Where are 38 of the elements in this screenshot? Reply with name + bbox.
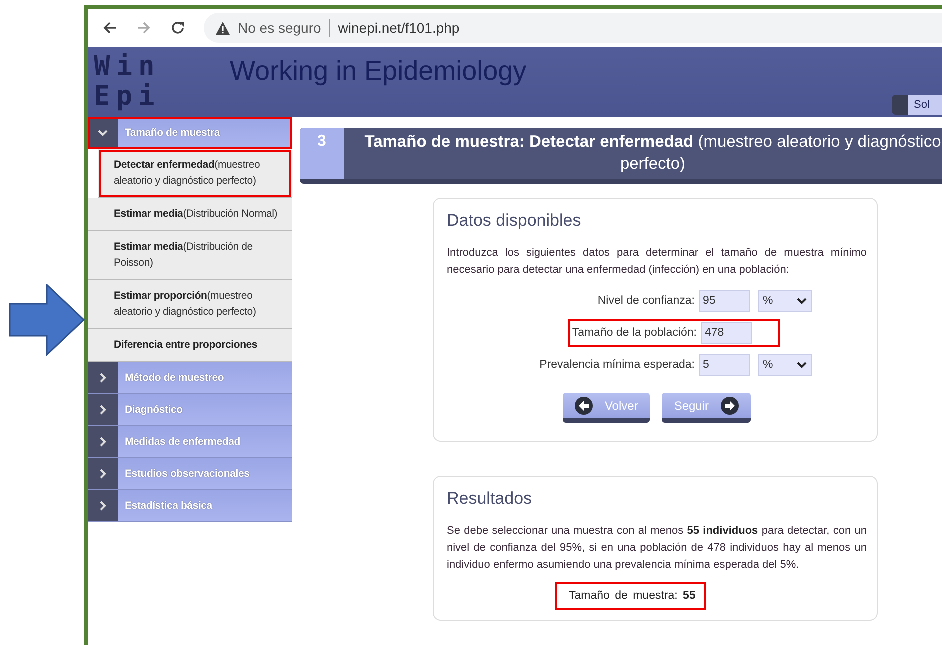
back-icon[interactable]: [102, 20, 118, 36]
sidebar-item[interactable]: Detectar enfermedad(muestreo aleatorio y diagnóstico perfecto): [98, 149, 292, 198]
chevron-icon: [98, 372, 108, 382]
logo-text: Epi: [94, 82, 162, 112]
step-number: 3: [300, 128, 344, 179]
sidebar-item[interactable]: Estimar media(Distribución Normal): [88, 198, 292, 231]
field-label: Prevalencia mínima esperada:: [540, 359, 695, 371]
input-field[interactable]: 478: [701, 322, 752, 344]
heading-title: Tamaño de muestra: Detectar enfermedad (muestreo aleatorio y diagnóstico perfecto): [364, 132, 942, 175]
chevron-icon: [98, 128, 108, 138]
result-value: Tamaño de muestra: 55: [555, 582, 706, 610]
logo-text: Win: [94, 52, 162, 82]
url-text: winepi.net/f101.php: [338, 20, 460, 36]
chevron-icon: [98, 468, 108, 478]
unit-dropdown[interactable]: %: [758, 290, 812, 312]
site-title: Working in Epidemiology: [230, 56, 527, 86]
sidebar-item[interactable]: Diferencia entre proporciones: [88, 329, 292, 362]
result-text: Se debe seleccionar una muestra con al menos 55 individuos para detectar, con un nivel de confianza del 95%, si en una población de 478 individuos hay al menos un individuo enfermo asumiendo una prevalencia mínima esperada del 5%.: [447, 524, 867, 573]
input-field[interactable]: 5: [699, 354, 750, 376]
sidebar-item[interactable]: Estimar proporción(muestreo aleatorio y diagnóstico perfecto): [88, 280, 292, 329]
field-label: Tamaño de la población:: [572, 327, 697, 339]
warning-icon: [216, 22, 230, 34]
caret-icon: [797, 362, 807, 368]
field-label: Nivel de confianza:: [598, 295, 695, 307]
input-field[interactable]: 95: [699, 290, 750, 312]
chevron-icon: [98, 404, 108, 414]
header-button[interactable]: Sol: [892, 95, 942, 115]
address-bar[interactable]: No es seguro winepi.net/f101.php: [204, 13, 942, 43]
unit-dropdown[interactable]: %: [758, 354, 812, 376]
intro-text: Introduzca los siguientes datos para determinar el tamaño de muestra mínimo necesario para detectar una enfermedad (infección) en una población:: [447, 246, 867, 278]
security-label: No es seguro: [238, 20, 322, 36]
reload-icon[interactable]: [170, 20, 186, 36]
sidebar-item[interactable]: Estimar media(Distribución de Poisson): [88, 231, 292, 280]
card-title: Datos disponibles: [447, 211, 582, 231]
chevron-icon: [98, 436, 108, 446]
caret-icon: [797, 298, 807, 304]
chevron-icon: [98, 500, 108, 510]
card-title: Resultados: [447, 489, 534, 509]
